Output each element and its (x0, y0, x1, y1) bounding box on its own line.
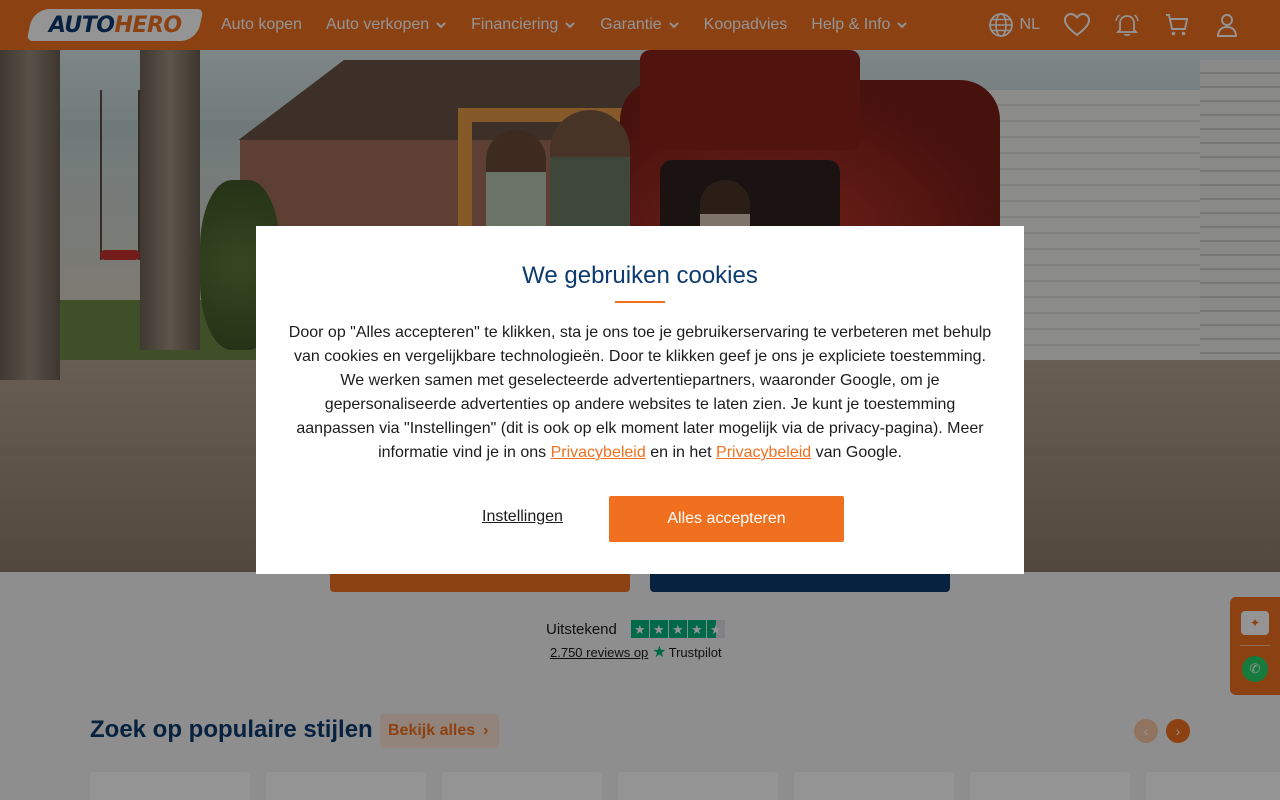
cookie-text-main: Door op "Alles accepteren" te klikken, s… (288, 324, 992, 461)
cookie-dialog-text: Door op "Alles accepteren" te klikken, s… (285, 321, 995, 465)
google-privacy-policy-link[interactable]: Privacybeleid (716, 444, 811, 461)
cookie-consent-dialog: We gebruiken cookies Door op "Alles acce… (256, 226, 1024, 574)
cookie-settings-button[interactable]: Instellingen (482, 508, 563, 526)
cookie-dialog-title: We gebruiken cookies (522, 262, 758, 289)
cookie-dialog-actions: Instellingen Alles accepteren (256, 496, 1024, 542)
accept-all-cookies-button[interactable]: Alles accepteren (609, 496, 844, 542)
title-divider (615, 301, 665, 303)
privacy-policy-link[interactable]: Privacybeleid (551, 444, 646, 461)
cookie-text-mid: en in het (645, 444, 717, 461)
cookie-text-end: van Google. (811, 444, 902, 461)
